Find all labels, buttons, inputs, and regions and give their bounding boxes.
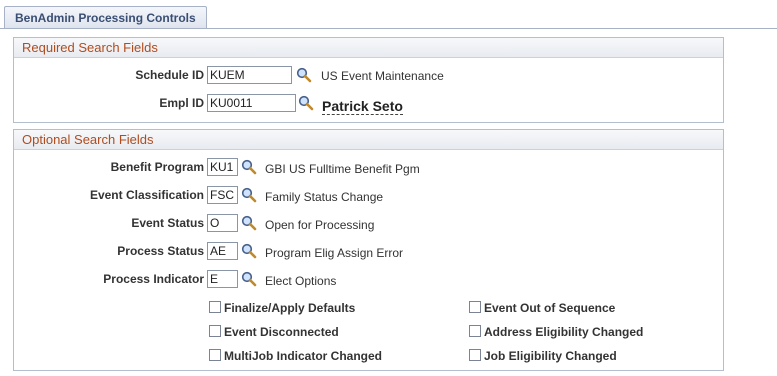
schedule-id-input[interactable] bbox=[207, 66, 292, 84]
job-eligibility-changed-label: Job Eligibility Changed bbox=[484, 349, 617, 363]
event-disconnected-checkbox[interactable] bbox=[209, 325, 221, 337]
finalize-apply-defaults-checkbox[interactable] bbox=[209, 301, 221, 313]
multijob-indicator-changed-checkbox[interactable] bbox=[209, 349, 221, 361]
event-out-of-sequence-label: Event Out of Sequence bbox=[484, 301, 616, 315]
address-eligibility-changed-checkbox[interactable] bbox=[469, 325, 481, 337]
event-classification-description: Family Status Change bbox=[265, 190, 384, 204]
employee-name: Patrick Seto bbox=[322, 98, 403, 115]
benefit-program-input[interactable] bbox=[207, 158, 238, 176]
event-status-input[interactable] bbox=[207, 214, 238, 232]
job-eligibility-changed-checkbox[interactable] bbox=[469, 349, 481, 361]
process-indicator-description: Elect Options bbox=[265, 274, 337, 288]
schedule-id-label: Schedule ID bbox=[135, 68, 204, 82]
benefit-program-label: Benefit Program bbox=[110, 160, 204, 174]
process-indicator-lookup-icon[interactable] bbox=[241, 271, 257, 287]
event-out-of-sequence-checkbox[interactable] bbox=[469, 301, 481, 313]
benefit-program-lookup-icon[interactable] bbox=[241, 159, 257, 175]
empl-id-input[interactable] bbox=[207, 94, 296, 112]
empl-id-label: Empl ID bbox=[159, 96, 204, 110]
benefit-program-description: GBI US Fulltime Benefit Pgm bbox=[265, 162, 420, 176]
schedule-id-description: US Event Maintenance bbox=[321, 69, 444, 83]
event-classification-label: Event Classification bbox=[89, 188, 204, 202]
event-status-label: Event Status bbox=[131, 216, 204, 230]
empl-id-lookup-icon[interactable] bbox=[298, 95, 314, 111]
multijob-indicator-changed-label: MultiJob Indicator Changed bbox=[224, 349, 382, 363]
schedule-id-lookup-icon[interactable] bbox=[296, 67, 312, 83]
finalize-apply-defaults-label: Finalize/Apply Defaults bbox=[224, 301, 356, 315]
process-status-description: Program Elig Assign Error bbox=[265, 246, 404, 260]
event-classification-lookup-icon[interactable] bbox=[241, 187, 257, 203]
event-status-lookup-icon[interactable] bbox=[241, 215, 257, 231]
event-status-description: Open for Processing bbox=[265, 218, 375, 232]
required-search-fields-header: Required Search Fields bbox=[14, 38, 723, 58]
process-status-label: Process Status bbox=[117, 244, 204, 258]
process-indicator-input[interactable] bbox=[207, 270, 238, 288]
tab-divider bbox=[0, 28, 777, 29]
optional-search-fields-header: Optional Search Fields bbox=[14, 130, 723, 150]
event-disconnected-label: Event Disconnected bbox=[224, 325, 339, 339]
process-status-input[interactable] bbox=[207, 242, 238, 260]
event-classification-input[interactable] bbox=[207, 186, 238, 204]
process-status-lookup-icon[interactable] bbox=[241, 243, 257, 259]
process-indicator-label: Process Indicator bbox=[103, 272, 204, 286]
tab-benadmin-processing-controls[interactable]: BenAdmin Processing Controls bbox=[4, 6, 207, 29]
address-eligibility-changed-label: Address Eligibility Changed bbox=[484, 325, 644, 339]
